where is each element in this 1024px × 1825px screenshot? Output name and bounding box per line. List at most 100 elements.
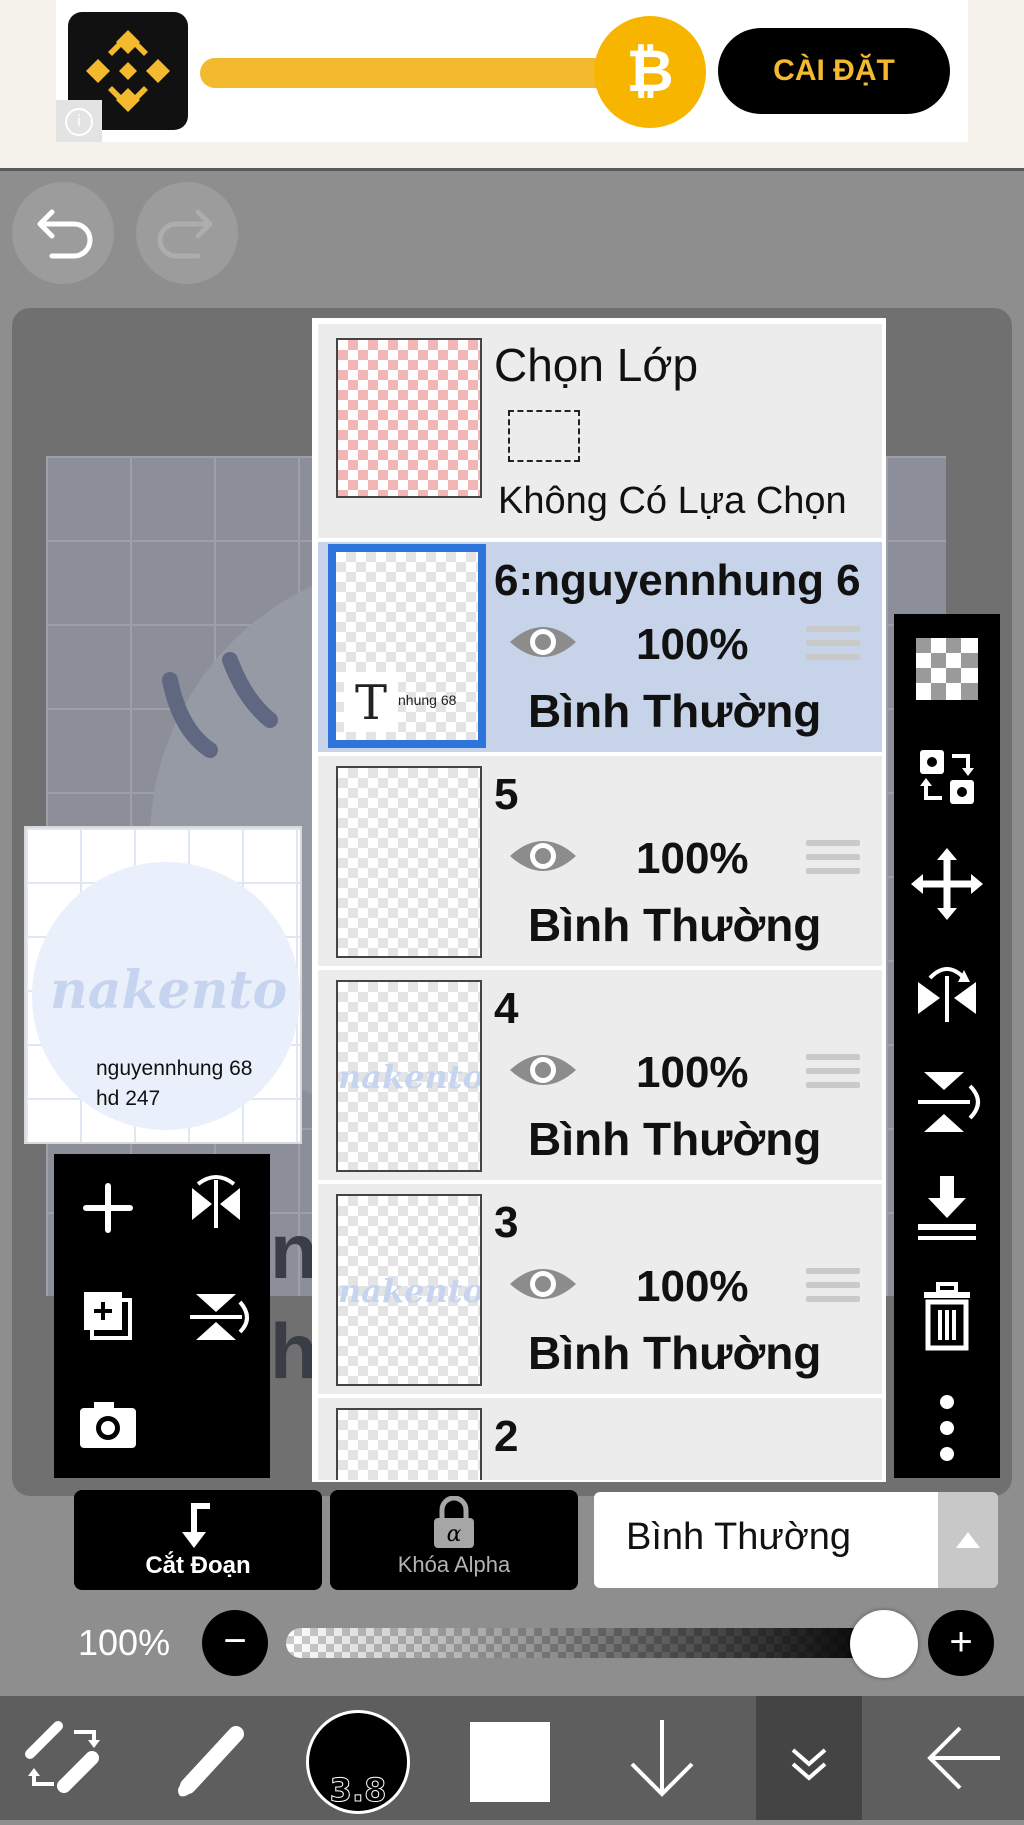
arrow-down-icon <box>630 1720 694 1797</box>
transparent-fill-button[interactable] <box>894 614 1000 722</box>
more-options-button[interactable] <box>894 1370 1000 1478</box>
canvas-text-2: h <box>270 1307 318 1395</box>
plus-icon <box>83 1183 133 1233</box>
layer-row-6[interactable]: T nhung 68 6:nguyennhung 6 100% Bình Thư… <box>318 542 882 752</box>
clipping-button[interactable]: Cắt Đoạn <box>74 1490 322 1590</box>
clip-arrow-icon <box>182 1503 210 1548</box>
opacity-slider-knob[interactable] <box>850 1610 918 1678</box>
brush-size-value: 3.8 <box>329 1771 387 1810</box>
layer-name: 5 <box>494 770 519 819</box>
layer-thumbnail: nakento <box>336 980 482 1172</box>
blend-mode-dropdown-button[interactable] <box>938 1492 998 1588</box>
layer-thumbnail: T nhung 68 <box>328 544 486 748</box>
delete-layer-button[interactable] <box>894 1262 1000 1370</box>
flip-horizontal-button[interactable] <box>162 1154 270 1262</box>
double-chevron-down-icon <box>791 1748 827 1781</box>
add-copy-layer-button[interactable] <box>54 1262 162 1370</box>
visibility-eye-icon[interactable] <box>506 618 580 666</box>
layer-thumbnail <box>336 766 482 958</box>
layer-add-copy-icon <box>84 1292 132 1340</box>
ad-slider-bar <box>200 58 620 88</box>
flip-horizontal-icon <box>918 967 976 1022</box>
back-button[interactable] <box>906 1696 1012 1820</box>
redo-button[interactable] <box>136 182 238 284</box>
layer-thumbnail <box>336 1408 482 1480</box>
flip-vertical-icon <box>190 1294 249 1340</box>
visibility-eye-icon[interactable] <box>506 832 580 880</box>
move-button[interactable] <box>894 830 1000 938</box>
camera-button[interactable] <box>54 1370 162 1478</box>
info-ring-icon: i <box>65 108 93 136</box>
layers-panel-toggle-button[interactable] <box>756 1696 862 1820</box>
merge-down-icon <box>918 1176 976 1240</box>
flip-layer-horizontal-button[interactable] <box>894 938 1000 1046</box>
layer-row-2[interactable]: 2 <box>318 1398 882 1480</box>
opacity-increase-button[interactable]: + <box>928 1610 994 1676</box>
add-layer-button[interactable] <box>54 1154 162 1262</box>
triangle-up-icon <box>956 1532 980 1548</box>
selection-marquee-icon <box>508 410 580 462</box>
visibility-eye-icon[interactable] <box>506 1046 580 1094</box>
color-swatch-button[interactable] <box>470 1722 550 1802</box>
layer-panel[interactable]: Chọn Lớp Không Có Lựa Chọn T nhung 68 6:… <box>312 318 886 1482</box>
drag-handle-icon[interactable] <box>806 1268 860 1308</box>
brush-size-button[interactable]: 3.8 <box>306 1710 410 1814</box>
layer-row-3[interactable]: nakento 3 100% Bình Thường <box>318 1184 882 1394</box>
layer-name: 4 <box>494 984 519 1033</box>
opacity-slider-track[interactable] <box>286 1628 886 1658</box>
redo-icon <box>157 209 213 259</box>
selection-layer-thumbnail <box>336 338 482 498</box>
layer-thumbnail-logo: nakento <box>338 1272 482 1310</box>
layer-row-4[interactable]: nakento 4 100% Bình Thường <box>318 970 882 1180</box>
brush-tool-button[interactable] <box>160 1696 260 1820</box>
clipping-label: Cắt Đoạn <box>145 1552 251 1579</box>
layer-opacity: 100% <box>636 1048 749 1097</box>
brush-eraser-swap-icon <box>25 1721 100 1793</box>
alpha-lock-button[interactable]: α Khóa Alpha <box>330 1490 578 1590</box>
brush-icon <box>178 1726 244 1797</box>
visibility-eye-icon[interactable] <box>506 1260 580 1308</box>
install-button[interactable]: CÀI ĐẶT <box>718 28 950 114</box>
alpha-lock-label: Khóa Alpha <box>397 1552 511 1577</box>
flip-layer-vertical-button[interactable] <box>894 1046 1000 1154</box>
layer-opacity: 100% <box>636 620 749 669</box>
opacity-decrease-button[interactable]: − <box>202 1610 268 1676</box>
undo-button[interactable] <box>12 182 114 284</box>
layer-name: 2 <box>494 1412 519 1461</box>
tool-switch-button[interactable] <box>14 1696 114 1820</box>
flip-vertical-icon <box>918 1072 980 1132</box>
camera-icon <box>80 1402 136 1448</box>
layer-blend-mode: Bình Thường <box>528 899 822 951</box>
drag-handle-icon[interactable] <box>806 1054 860 1094</box>
trash-icon <box>924 1282 970 1351</box>
blend-mode-select[interactable]: Bình Thường <box>594 1492 938 1588</box>
canvas-stroke-art <box>162 652 278 758</box>
merge-down-button[interactable] <box>894 1154 1000 1262</box>
preview-logo: nakento <box>50 960 288 1021</box>
flip-vertical-button[interactable] <box>162 1262 270 1370</box>
drag-handle-icon[interactable] <box>806 626 860 666</box>
text-layer-icon: T <box>344 672 398 732</box>
bitcoin-icon: ₿ <box>594 16 706 128</box>
blend-mode-value: Bình Thường <box>626 1516 852 1558</box>
layer-thumbnail-text: nhung 68 <box>398 692 457 708</box>
layer-row-5[interactable]: 5 100% Bình Thường <box>318 756 882 966</box>
more-vertical-icon <box>940 1395 954 1461</box>
swap-layer-button[interactable] <box>894 722 1000 830</box>
layer-blend-mode: Bình Thường <box>528 1327 822 1379</box>
drag-handle-icon[interactable] <box>806 840 860 880</box>
preview-caption: nguyennhung 68 hd 247 <box>96 1057 253 1110</box>
arrow-left-icon <box>927 1726 1000 1790</box>
layer-tools-right <box>894 614 1000 1478</box>
lock-icon: α <box>434 1496 474 1548</box>
selection-layer-row[interactable]: Chọn Lớp Không Có Lựa Chọn <box>318 324 882 538</box>
info-icon[interactable]: i <box>56 100 102 142</box>
flip-horizontal-icon <box>192 1175 240 1228</box>
navigator-preview[interactable]: nakento nguyennhung 68 hd 247 <box>24 826 302 1144</box>
layer-thumbnail: nakento <box>336 1194 482 1386</box>
selection-layer-subtitle: Không Có Lựa Chọn <box>498 480 847 522</box>
canvas-text-1: n <box>270 1207 318 1295</box>
svg-text:α: α <box>447 1522 462 1547</box>
layer-thumbnail-logo: nakento <box>338 1058 482 1096</box>
scroll-down-button[interactable] <box>612 1696 712 1820</box>
